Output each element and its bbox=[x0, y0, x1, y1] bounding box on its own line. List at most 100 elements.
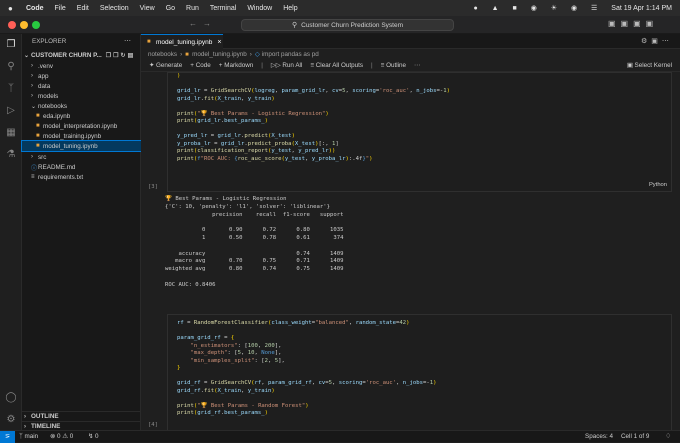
clear-label: Clear All Outputs bbox=[315, 62, 363, 69]
tree-item-label: .venv bbox=[38, 62, 54, 70]
ports-count: 0 bbox=[95, 433, 99, 440]
tree-item-models[interactable]: › models bbox=[22, 91, 141, 101]
tree-item-eda[interactable]: ■ eda.ipynb bbox=[22, 111, 141, 121]
notebook-toolbar: ✦ Generate + Code + Markdown | ▷▷ Run Al… bbox=[141, 60, 680, 72]
explorer-actions-icons[interactable]: ❐❐↻▤ bbox=[106, 52, 135, 59]
settings-gear-icon[interactable]: ⚙ bbox=[5, 414, 17, 426]
tree-item-readme[interactable]: ⓘ README.md bbox=[22, 162, 141, 172]
report-row: 0 0.90 0.72 0.80 1035 bbox=[165, 227, 344, 234]
problems-status[interactable]: ⊗ 0 ⚠ 0 bbox=[50, 433, 73, 440]
chevron-right-icon: › bbox=[249, 51, 252, 58]
editor-area: ■ model_tuning.ipynb × ⚙▣⋯ notebooks › ■… bbox=[141, 34, 680, 430]
code-cell-1-source[interactable]: ) grid_lr = GridSearchCV(logreg, param_g… bbox=[177, 73, 450, 163]
clear-outputs-button[interactable]: ≡ Clear All Outputs bbox=[310, 62, 363, 69]
run-all-button[interactable]: ▷▷ Run All bbox=[271, 62, 302, 69]
code-cell-1[interactable]: ) grid_lr = GridSearchCV(logreg, param_g… bbox=[167, 72, 672, 192]
menu-file[interactable]: File bbox=[55, 5, 66, 12]
command-center[interactable]: ⚲ Customer Churn Prediction System bbox=[241, 19, 454, 31]
tree-item-model-tuning[interactable]: ■ model_tuning.ipynb bbox=[21, 140, 142, 152]
chevron-right-icon: › bbox=[31, 93, 33, 99]
tree-item-model-training[interactable]: ■ model_training.ipynb bbox=[22, 131, 141, 141]
breadcrumb-item[interactable]: model_tuning.ipynb bbox=[192, 51, 247, 58]
timeline-label: TIMELINE bbox=[31, 423, 61, 430]
tab-model-tuning[interactable]: ■ model_tuning.ipynb × bbox=[141, 34, 223, 49]
report-header: precision recall f1-score support bbox=[165, 211, 344, 218]
layout-icons[interactable]: ▣▣▣▣ bbox=[608, 19, 658, 28]
toolbar-separator: | bbox=[371, 62, 373, 69]
status-bar: ⋝ ᛉ main ⊗ 0 ⚠ 0 ↯ 0 Spaces: 4 Cell 1 of… bbox=[0, 430, 680, 443]
tree-item-requirements[interactable]: ≡ requirements.txt bbox=[22, 172, 141, 182]
explorer-icon[interactable]: ❐ bbox=[5, 39, 17, 51]
indentation-status[interactable]: Spaces: 4 bbox=[585, 433, 613, 440]
chevron-right-icon: › bbox=[31, 73, 33, 79]
menu-view[interactable]: View bbox=[140, 5, 155, 12]
text-file-icon: ≡ bbox=[31, 174, 35, 180]
editor-actions-icons[interactable]: ⚙▣⋯ bbox=[641, 37, 673, 45]
close-window-button[interactable] bbox=[8, 21, 16, 29]
tree-item-label: models bbox=[38, 92, 59, 100]
close-icon[interactable]: × bbox=[217, 39, 221, 46]
tree-item-venv[interactable]: › .venv bbox=[22, 61, 141, 71]
code-cell-2-source[interactable]: rf = RandomForestClassifier(class_weight… bbox=[177, 320, 437, 418]
more-actions-icon[interactable]: ⋯ bbox=[124, 37, 131, 45]
outline-button-label: Outline bbox=[386, 62, 407, 69]
menu-window[interactable]: Window bbox=[247, 5, 272, 12]
tree-item-data[interactable]: › data bbox=[22, 81, 141, 91]
code-cell-2[interactable]: rf = RandomForestClassifier(class_weight… bbox=[167, 314, 672, 430]
tree-item-app[interactable]: › app bbox=[22, 71, 141, 81]
source-control-icon[interactable]: ᛉ bbox=[5, 83, 17, 95]
toolbar-separator: | bbox=[261, 62, 263, 69]
add-code-button[interactable]: + Code bbox=[190, 62, 211, 69]
command-center-label: Customer Churn Prediction System bbox=[301, 21, 403, 29]
ports-status[interactable]: ↯ 0 bbox=[88, 433, 99, 440]
forward-arrow-icon[interactable]: → bbox=[203, 19, 211, 28]
tree-item-src[interactable]: › src bbox=[22, 152, 141, 162]
report-row: accuracy 0.74 1409 bbox=[165, 250, 344, 257]
cell-position-status[interactable]: Cell 1 of 9 bbox=[621, 433, 649, 440]
tab-bar: ■ model_tuning.ipynb × ⚙▣⋯ bbox=[141, 34, 680, 49]
breadcrumb: notebooks › ■ model_tuning.ipynb › ◇ imp… bbox=[141, 49, 680, 60]
zoom-window-button[interactable] bbox=[32, 21, 40, 29]
menu-help[interactable]: Help bbox=[283, 5, 297, 12]
tree-item-model-interpretation[interactable]: ■ model_interpretation.ipynb bbox=[22, 121, 141, 131]
chevron-right-icon: › bbox=[24, 423, 26, 430]
branch-status[interactable]: ᛉ main bbox=[19, 433, 38, 440]
notebook-icon: ■ bbox=[36, 113, 40, 119]
error-icon: ⊗ bbox=[50, 433, 56, 440]
select-kernel-button[interactable]: ▣ Select Kernel bbox=[627, 62, 672, 69]
status-icons[interactable]: ● ▲ ■ ◉ ☀ ◉ ☰ bbox=[473, 4, 603, 12]
kernel-icon: ▣ bbox=[626, 62, 633, 69]
notifications-icon[interactable]: ♢ bbox=[665, 432, 671, 440]
remote-icon[interactable]: ⋝ bbox=[0, 431, 15, 443]
search-icon: ⚲ bbox=[291, 22, 298, 29]
breadcrumb-item[interactable]: import pandas as pd bbox=[262, 51, 319, 58]
clock[interactable]: Sat 19 Apr 1:14 PM bbox=[611, 5, 672, 12]
menu-terminal[interactable]: Terminal bbox=[210, 5, 236, 12]
cell-language-label[interactable]: Python bbox=[649, 182, 667, 188]
add-markdown-button[interactable]: + Markdown bbox=[219, 62, 253, 69]
tree-item-notebooks[interactable]: ⌄ notebooks bbox=[22, 101, 141, 111]
menu-edit[interactable]: Edit bbox=[77, 5, 89, 12]
more-actions-icon[interactable]: ⋯ bbox=[414, 62, 420, 69]
menu-run[interactable]: Run bbox=[186, 5, 199, 12]
generate-button[interactable]: ✦ Generate bbox=[149, 62, 182, 69]
breadcrumb-item[interactable]: notebooks bbox=[148, 51, 177, 58]
menu-app-name[interactable]: Code bbox=[26, 5, 44, 12]
search-icon[interactable]: ⚲ bbox=[5, 61, 17, 73]
outline-section[interactable]: › OUTLINE bbox=[22, 411, 141, 421]
menu-selection[interactable]: Selection bbox=[100, 5, 129, 12]
plus-icon: + bbox=[190, 62, 194, 69]
menu-go[interactable]: Go bbox=[166, 5, 175, 12]
run-debug-icon[interactable]: ▷ bbox=[5, 105, 17, 117]
tree-item-label: app bbox=[38, 72, 49, 80]
account-icon[interactable]: ◯ bbox=[5, 392, 17, 404]
outline-label: OUTLINE bbox=[31, 413, 59, 420]
extensions-icon[interactable]: ▦ bbox=[5, 127, 17, 139]
apple-icon[interactable]: ● bbox=[8, 4, 18, 13]
minimize-window-button[interactable] bbox=[20, 21, 28, 29]
back-arrow-icon[interactable]: ← bbox=[189, 19, 197, 28]
project-root[interactable]: ⌄ CUSTOMER CHURN P... ❐❐↻▤ bbox=[22, 50, 141, 60]
outline-button[interactable]: ≡ Outline bbox=[381, 62, 406, 69]
tab-label: model_tuning.ipynb bbox=[156, 38, 213, 46]
testing-icon[interactable]: ⚗ bbox=[5, 149, 17, 161]
